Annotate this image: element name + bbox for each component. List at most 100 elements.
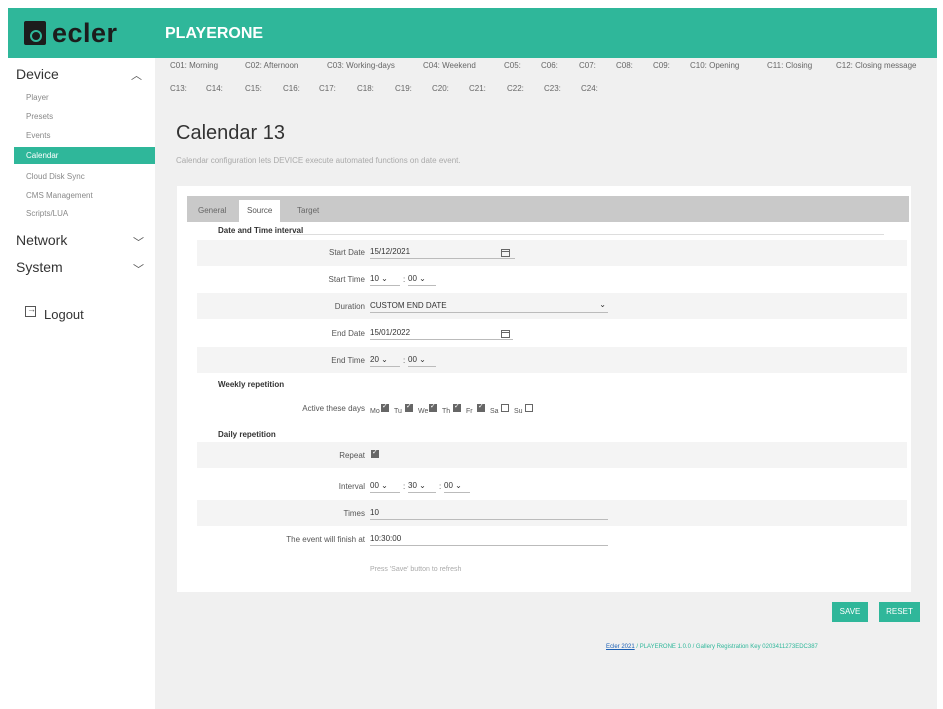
calendar-tab-c17[interactable]: C17: (319, 84, 336, 93)
calendar-tab-c07[interactable]: C07: (579, 61, 596, 70)
calendar-tab-c14[interactable]: C14: (206, 84, 223, 93)
sidebar-item-scripts-lua[interactable]: Scripts/LUA (26, 209, 68, 218)
sidebar-item-player[interactable]: Player (26, 93, 49, 102)
day-label-tu: Tu (394, 408, 402, 415)
interval-minute-value: 30 (408, 481, 417, 490)
tab-target[interactable]: Target (289, 200, 327, 222)
end-date-label: End Date (331, 329, 365, 338)
time-separator: : (403, 356, 406, 365)
calendar-tab-c21[interactable]: C21: (469, 84, 486, 93)
day-checkbox-we[interactable] (429, 402, 437, 412)
calendar-tab-c15[interactable]: C15: (245, 84, 262, 93)
interval-minute-select[interactable]: 30 ⌄ (408, 479, 436, 493)
end-date-input[interactable]: 15/01/2022 (370, 326, 513, 340)
start-date-input[interactable]: 15/12/2021 (370, 245, 515, 259)
calendar-icon[interactable] (501, 330, 510, 338)
calendar-tab-c16[interactable]: C16: (283, 84, 300, 93)
interval-second-value: 00 (444, 481, 453, 490)
sidebar-item-presets[interactable]: Presets (26, 112, 53, 121)
start-time-label: Start Time (328, 275, 365, 284)
calendar-tab-c12[interactable]: C12: Closing message (836, 61, 916, 70)
reset-button[interactable]: RESET (879, 602, 920, 622)
sidebar-group-system[interactable]: System (16, 259, 63, 275)
end-time-label: End Time (331, 356, 365, 365)
day-label-mo: Mo (370, 408, 380, 415)
calendar-tab-c24[interactable]: C24: (581, 84, 598, 93)
brand-name: ecler (52, 17, 118, 48)
finish-value: 10:30:00 (370, 532, 608, 546)
end-hour-value: 20 (370, 355, 379, 364)
calendar-tab-c22[interactable]: C22: (507, 84, 524, 93)
calendar-tab-c05[interactable]: C05: (504, 61, 521, 70)
end-hour-select[interactable]: 20 ⌄ (370, 353, 400, 367)
start-minute-value: 00 (408, 274, 417, 283)
calendar-tab-c06[interactable]: C06: (541, 61, 558, 70)
calendar-tab-c23[interactable]: C23: (544, 84, 561, 93)
footer-text: / PLAYERONE 1.0.0 / Gallery Registration… (634, 644, 818, 650)
calendar-tab-c03[interactable]: C03: Working-days (327, 61, 395, 70)
calendar-tab-c09[interactable]: C09: (653, 61, 670, 70)
ecler-logo[interactable]: ecler (24, 18, 118, 48)
day-label-sa: Sa (490, 408, 499, 415)
duration-select[interactable]: CUSTOM END DATE ⌄ (370, 299, 608, 313)
sidebar-item-cloud-disk-sync[interactable]: Cloud Disk Sync (26, 172, 85, 181)
time-separator: : (439, 482, 442, 491)
logout-link[interactable]: Logout (44, 307, 84, 322)
calendar-tab-c10[interactable]: C10: Opening (690, 61, 739, 70)
day-checkbox-tu[interactable] (405, 402, 413, 412)
chevron-up-icon[interactable]: ︿ (131, 67, 142, 83)
calendar-tab-c04[interactable]: C04: Weekend (423, 61, 476, 70)
chevron-down-icon[interactable]: ﹀ (133, 234, 144, 250)
tab-source[interactable]: Source (239, 200, 281, 222)
footer-link[interactable]: Ecler 2021 (606, 644, 635, 650)
day-checkbox-su[interactable] (525, 404, 533, 412)
calendar-tab-c02[interactable]: C02: Afternoon (245, 61, 298, 70)
section-daily: Daily repetition (218, 430, 276, 439)
calendar-tab-c01[interactable]: C01: Morning (170, 61, 218, 70)
time-separator: : (403, 275, 406, 284)
day-checkbox-fr[interactable] (477, 402, 485, 412)
time-separator: : (403, 482, 406, 491)
day-label-fr: Fr (466, 408, 473, 415)
start-hour-value: 10 (370, 274, 379, 283)
sidebar-group-network[interactable]: Network (16, 232, 67, 248)
times-input[interactable]: 10 (370, 506, 608, 520)
day-checkbox-th[interactable] (453, 402, 461, 412)
logout-icon: → (25, 304, 36, 317)
duration-label: Duration (334, 302, 365, 311)
app-title: PLAYERONE (165, 25, 264, 42)
calendar-tab-c20[interactable]: C20: (432, 84, 449, 93)
calendar-tab-c13[interactable]: C13: (170, 84, 187, 93)
calendar-tab-c08[interactable]: C08: (616, 61, 633, 70)
chevron-down-icon[interactable]: ﹀ (133, 261, 144, 277)
end-minute-value: 00 (408, 355, 417, 364)
sidebar-group-device[interactable]: Device (16, 66, 59, 82)
interval-hour-value: 00 (370, 481, 379, 490)
section-weekly: Weekly repetition (218, 380, 285, 389)
start-hour-select[interactable]: 10 ⌄ (370, 272, 400, 286)
active-days-label: Active these days (302, 404, 365, 413)
times-label: Times (343, 509, 365, 518)
calendar-tab-c19[interactable]: C19: (395, 84, 412, 93)
sidebar-item-cms-management[interactable]: CMS Management (26, 191, 93, 200)
start-minute-select[interactable]: 00 ⌄ (408, 272, 436, 286)
sidebar-item-calendar[interactable]: Calendar (14, 147, 155, 164)
duration-value: CUSTOM END DATE (370, 301, 447, 310)
calendar-tab-c11[interactable]: C11: Closing (767, 61, 812, 70)
footer: Ecler 2021 / PLAYERONE 1.0.0 / Gallery R… (606, 644, 818, 650)
repeat-checkbox[interactable] (371, 448, 379, 458)
day-checkbox-mo[interactable] (381, 402, 389, 412)
day-checkbox-sa[interactable] (501, 404, 509, 412)
end-minute-select[interactable]: 00 ⌄ (408, 353, 436, 367)
day-label-we: We (418, 408, 429, 415)
tab-general[interactable]: General (190, 200, 234, 222)
calendar-icon[interactable] (501, 249, 510, 257)
interval-hour-select[interactable]: 00 ⌄ (370, 479, 400, 493)
day-label-su: Su (514, 408, 523, 415)
refresh-hint: Press 'Save' button to refresh (370, 566, 462, 573)
save-button[interactable]: SAVE (832, 602, 868, 622)
sidebar-item-events[interactable]: Events (26, 131, 50, 140)
interval-label: Interval (338, 482, 365, 491)
interval-second-select[interactable]: 00 ⌄ (444, 479, 470, 493)
calendar-tab-c18[interactable]: C18: (357, 84, 374, 93)
